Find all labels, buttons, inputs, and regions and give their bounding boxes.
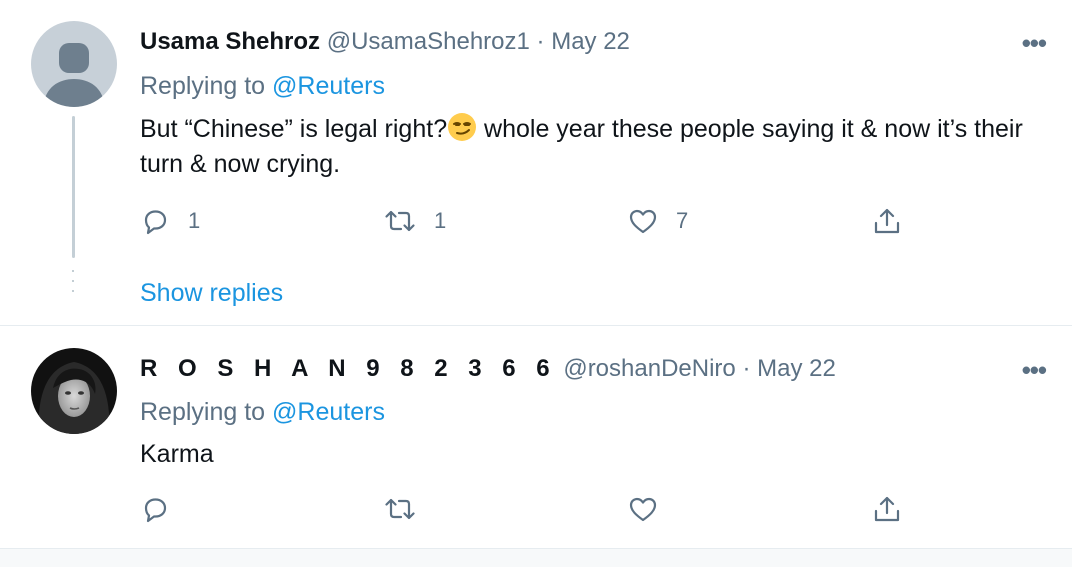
like-icon: [629, 497, 657, 522]
share-icon: [874, 496, 900, 522]
replying-to: Replying to @Reuters: [140, 72, 385, 101]
retweet-icon: [385, 210, 415, 232]
smirking-face-emoji: [448, 113, 477, 141]
profile-photo-avatar[interactable]: [31, 348, 117, 434]
retweet-icon: [385, 498, 415, 520]
header-separator: ·: [742, 355, 751, 382]
tweet-header: Usama Shehroz @UsamaShehroz1 · May 22: [140, 28, 630, 56]
tweet-text: Karma: [140, 440, 214, 468]
thread-line: [72, 116, 75, 258]
author-handle[interactable]: @roshanDeNiro: [563, 355, 735, 382]
mention-link[interactable]: @Reuters: [272, 72, 385, 100]
author-handle[interactable]: @UsamaShehroz1: [327, 28, 530, 55]
retweet-count: 1: [434, 208, 447, 233]
tweet-text-part1: But “Chinese” is legal right?: [140, 115, 448, 143]
replying-to: Replying to @Reuters: [140, 398, 385, 427]
like-button[interactable]: [628, 494, 658, 524]
tweet-text: But “Chinese” is legal right? whole year…: [140, 112, 1050, 182]
like-button[interactable]: 7: [628, 206, 688, 236]
mention-link[interactable]: @Reuters: [272, 398, 385, 426]
more-icon[interactable]: •••: [1022, 357, 1047, 383]
tweet-date[interactable]: May 22: [551, 28, 630, 55]
author-name[interactable]: R O S H A N 9 8 2 3 6 6: [140, 355, 557, 382]
like-count: 7: [676, 208, 689, 233]
author-name[interactable]: Usama Shehroz: [140, 28, 320, 55]
header-separator: ·: [536, 28, 545, 55]
tweet-divider: [0, 325, 1072, 326]
reply-button[interactable]: 1: [140, 206, 200, 236]
share-icon: [874, 208, 900, 234]
tweet-date[interactable]: May 22: [757, 355, 836, 382]
replying-prefix: Replying to: [140, 398, 266, 426]
default-avatar-icon[interactable]: [31, 21, 117, 107]
retweet-button[interactable]: [384, 494, 416, 524]
reply-icon: [144, 210, 167, 235]
tweet-header: R O S H A N 9 8 2 3 6 6 @roshanDeNiro · …: [140, 355, 836, 383]
reply-icon: [144, 498, 167, 523]
retweet-button[interactable]: 1: [384, 206, 446, 236]
tweet-usama[interactable]: Usama Shehroz @UsamaShehroz1 · May 22 ••…: [0, 0, 1072, 326]
share-button[interactable]: [872, 494, 902, 524]
reply-count: 1: [188, 208, 201, 233]
share-button[interactable]: [872, 206, 902, 236]
like-icon: [629, 209, 657, 234]
reply-button[interactable]: [140, 494, 170, 524]
replying-prefix: Replying to: [140, 72, 266, 100]
thread-dots: [72, 270, 75, 300]
tweet-roshan[interactable]: R O S H A N 9 8 2 3 6 6 @roshanDeNiro · …: [0, 327, 1072, 547]
timeline-bottom: [0, 548, 1072, 567]
show-replies-link[interactable]: Show replies: [140, 279, 283, 308]
more-icon[interactable]: •••: [1022, 30, 1047, 56]
